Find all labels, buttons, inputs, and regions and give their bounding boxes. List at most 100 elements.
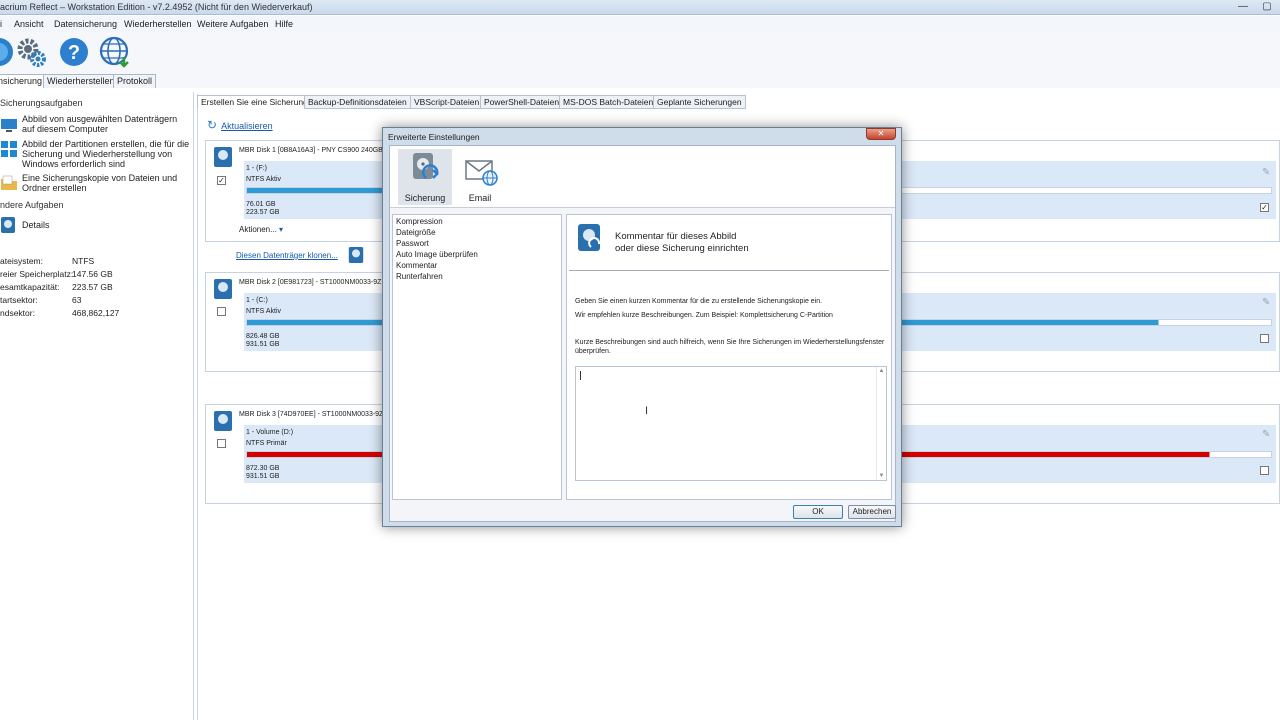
left-panel: Sicherungsaufgaben Abbild von ausgewählt… xyxy=(0,92,194,720)
partition-used: 826.48 GB xyxy=(246,333,280,340)
clone-disk-link[interactable]: Diesen Datenträger klonen... xyxy=(236,251,338,260)
minimize-button[interactable]: — xyxy=(1232,0,1254,14)
disk-checkbox[interactable]: ✓ xyxy=(217,176,226,185)
menu-item-help[interactable]: Hilfe xyxy=(275,19,293,29)
options-list: Kompression Dateigröße Passwort Auto Ima… xyxy=(392,214,562,500)
menu-item-backup[interactable]: Datensicherung xyxy=(54,19,117,29)
clone-icon xyxy=(348,247,364,263)
instruction-text-2: Wir empfehlen kurze Beschreibungen. Zum … xyxy=(575,312,833,319)
partition-name: 1 - (F:) xyxy=(246,165,267,172)
title-bar: acrium Reflect – Workstation Edition - v… xyxy=(0,0,1280,15)
scroll-up-icon[interactable]: ▲ xyxy=(877,368,886,374)
task-image-disks[interactable]: Abbild von ausgewählten Datenträgern auf… xyxy=(22,114,192,134)
tab-log[interactable]: Protokoll xyxy=(113,74,157,88)
partition-checkbox[interactable]: ✓ xyxy=(1260,203,1269,212)
option-file-size[interactable]: Dateigröße xyxy=(396,228,436,237)
help-icon[interactable]: ? xyxy=(57,35,91,69)
window-title: acrium Reflect – Workstation Edition - v… xyxy=(0,2,313,12)
partition-total: 931.51 GB xyxy=(246,473,280,480)
wrench-icon[interactable]: ✎ xyxy=(1262,297,1270,308)
option-password[interactable]: Passwort xyxy=(396,239,429,248)
refresh-link[interactable]: ↻ Aktualisieren xyxy=(207,118,273,132)
tab-powershell[interactable]: PowerShell-Dateien xyxy=(480,95,564,109)
partition-used: 872.30 GB xyxy=(246,465,280,472)
comment-options-panel: Kommentar für dieses Abbild oder diese S… xyxy=(566,214,892,500)
disk-checkbox[interactable] xyxy=(217,307,226,316)
partition-checkbox[interactable] xyxy=(1260,334,1269,343)
tab-backup-definitions[interactable]: Backup-Definitionsdateien xyxy=(304,95,411,109)
details-label[interactable]: Details xyxy=(22,220,192,230)
panel-heading-line1: Kommentar für dieses Abbild xyxy=(615,231,737,242)
detail-value-capacity: 223.57 GB xyxy=(72,282,113,292)
globe-update-icon[interactable] xyxy=(98,35,132,69)
menu-item-other-tasks[interactable]: Weitere Aufgaben xyxy=(197,19,268,29)
folder-icon xyxy=(1,175,17,190)
tool-backup[interactable]: Sicherung xyxy=(398,149,452,205)
ibeam-cursor-icon: I xyxy=(645,405,649,417)
option-comment[interactable]: Kommentar xyxy=(396,261,437,270)
disk-icon xyxy=(214,411,232,431)
tab-msdos[interactable]: MS-DOS Batch-Dateien xyxy=(559,95,658,109)
backup-disk-icon xyxy=(413,153,439,180)
actions-dropdown[interactable]: Aktionen... ▾ xyxy=(239,225,283,234)
tab-backup[interactable]: nsicherung xyxy=(0,74,47,88)
wrench-icon[interactable]: ✎ xyxy=(1262,429,1270,440)
option-compression[interactable]: Kompression xyxy=(396,217,443,226)
tab-vbscript[interactable]: VBScript-Dateien xyxy=(410,95,484,109)
partition-name: 1 - Volume (D:) xyxy=(246,429,294,436)
toolbar: ? xyxy=(0,32,1280,74)
detail-value-end-sector: 468,862,127 xyxy=(72,308,120,318)
tool-backup-label: Sicherung xyxy=(404,193,446,203)
tab-restore[interactable]: Wiederherstellen xyxy=(43,74,119,88)
option-auto-verify[interactable]: Auto Image überprüfen xyxy=(396,250,478,259)
backup-disk-icon xyxy=(578,224,601,251)
windows-icon xyxy=(1,141,17,157)
detail-key-end-sector: ndsektor: xyxy=(0,308,35,318)
menu-item-restore[interactable]: Wiederherstellen xyxy=(124,19,192,29)
partition-total: 931.51 GB xyxy=(246,341,280,348)
option-shutdown[interactable]: Runterfahren xyxy=(396,272,443,281)
dialog-title: Erweiterte Einstellungen xyxy=(388,132,480,142)
detail-key-free-space: reier Speicherplatz: xyxy=(0,269,74,279)
disk-checkbox[interactable] xyxy=(217,439,226,448)
task-image-windows-partitions[interactable]: Abbild der Partitionen erstellen, die fü… xyxy=(22,139,192,169)
scroll-down-icon[interactable]: ▼ xyxy=(877,473,886,479)
panel-heading-line2: oder diese Sicherung einrichten xyxy=(615,243,749,254)
detail-key-start-sector: tartsektor: xyxy=(0,295,38,305)
main-tabs: nsicherung Wiederherstellen Protokoll xyxy=(0,74,1280,88)
partition-checkbox[interactable] xyxy=(1260,466,1269,475)
menu-item-file[interactable]: i xyxy=(0,19,2,29)
detail-key-capacity: esamtkapazität: xyxy=(0,282,60,292)
detail-value-filesystem: NTFS xyxy=(72,256,95,266)
comment-textarea[interactable]: I ▲ ▼ xyxy=(575,366,887,481)
tab-scheduled[interactable]: Geplante Sicherungen xyxy=(653,95,746,109)
instruction-text-3: Kurze Beschreibungen sind auch hilfreich… xyxy=(575,339,885,355)
backup-tasks-heading: Sicherungsaufgaben xyxy=(0,98,83,108)
tool-email-label: Email xyxy=(468,193,492,203)
gear-icon[interactable] xyxy=(14,35,48,69)
ok-button[interactable]: OK xyxy=(793,505,843,519)
menu-item-view[interactable]: Ansicht xyxy=(14,19,44,29)
tool-email[interactable]: Email xyxy=(453,149,507,205)
divider xyxy=(569,270,889,271)
dialog-body: Sicherung Email Kompression Dateigröße P… xyxy=(389,145,896,522)
computer-icon xyxy=(1,119,17,132)
disk-label: MBR Disk 2 [0E981723] - ST1000NM0033-9Z xyxy=(239,279,382,286)
disk-label: MBR Disk 3 [74D970EE] - ST1000NM0033-9Z xyxy=(239,411,384,418)
wrench-icon[interactable]: ✎ xyxy=(1262,167,1270,178)
menu-bar: i Ansicht Datensicherung Wiederherstelle… xyxy=(0,16,1280,32)
detail-key-filesystem: ateisystem: xyxy=(0,256,43,266)
tab-create-backup[interactable]: Erstellen Sie eine Sicherung xyxy=(197,95,312,109)
partition-total: 223.57 GB xyxy=(246,209,280,216)
cancel-button[interactable]: Abbrechen xyxy=(848,505,896,519)
refresh-label: Aktualisieren xyxy=(221,121,273,131)
panel-heading: Kommentar für dieses Abbild oder diese S… xyxy=(615,231,855,255)
task-backup-files[interactable]: Eine Sicherungskopie von Dateien und Ord… xyxy=(22,173,192,193)
disk-icon xyxy=(214,147,232,167)
comment-scrollbar[interactable]: ▲ ▼ xyxy=(876,367,886,480)
maximize-button[interactable]: ▢ xyxy=(1254,0,1280,14)
partition-name: 1 - (C:) xyxy=(246,297,268,304)
close-icon[interactable]: ✕ xyxy=(866,128,896,140)
partition-fs: NTFS Aktiv xyxy=(246,176,282,183)
details-disk-icon xyxy=(1,217,15,233)
